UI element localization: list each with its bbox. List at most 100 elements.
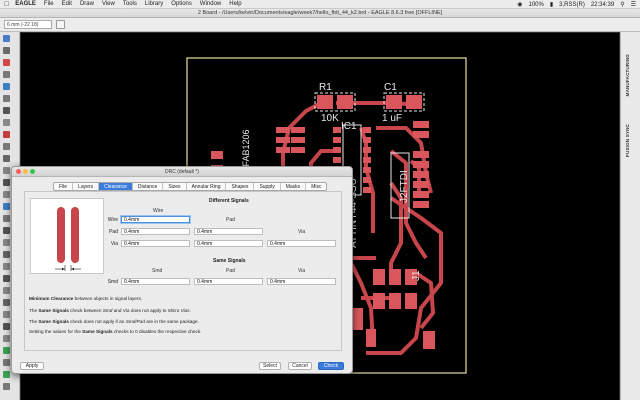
row-smd-label: Smd [107,279,118,285]
same-signals-title: Same Signals [213,258,246,264]
wifi-icon[interactable]: ◉ [517,1,522,8]
menu-window[interactable]: Window [200,1,221,7]
apple-icon[interactable]:  [4,1,9,8]
col-via-label: Via [298,229,306,235]
battery-level[interactable]: 100% [529,2,544,8]
pad-pad-field[interactable] [194,228,263,235]
menu-help[interactable]: Help [229,1,241,7]
menu-edit[interactable]: Edit [62,1,72,7]
wire-tool-icon[interactable] [3,227,10,234]
menu-view[interactable]: View [102,1,115,7]
add-tool-icon[interactable] [3,143,10,150]
ratsnest-tool-icon[interactable] [3,347,10,354]
smash-tool-icon[interactable] [3,179,10,186]
menu-bar:  EAGLE File Edit Draw View Tools Librar… [0,0,640,9]
ripup-tool-icon[interactable] [3,215,10,222]
j1-label: J1 [411,270,422,281]
ftdi-label: J2FTDI [399,170,410,203]
window-title: 2 Board - /Users/kelvin/Documents/eagle/… [0,9,640,18]
text-tool-icon[interactable] [3,239,10,246]
apply-button[interactable]: Apply [20,362,44,370]
close-icon[interactable] [16,169,21,174]
zoom-icon[interactable] [30,169,35,174]
user-name[interactable]: 3,RSS(R) [559,2,585,8]
delete-tool-icon[interactable] [3,131,10,138]
dimension-tool-icon[interactable] [3,335,10,342]
wire-wire-field[interactable] [121,216,190,223]
smd-pad-field[interactable] [194,278,263,285]
value-tool-icon[interactable] [3,167,10,174]
errors-tool-icon[interactable] [3,383,10,390]
dialog-tabs: File Layers Clearance Distance Sizes Ann… [53,182,328,191]
search-icon[interactable]: ⚲ [620,1,624,8]
arc-tool-icon[interactable] [3,263,10,270]
window-controls [16,169,35,174]
tab-annular-ring[interactable]: Annular Ring [187,183,227,190]
tab-distance[interactable]: Distance [133,183,164,190]
row-wire-label: Wire [107,217,118,223]
tab-shapes[interactable]: Shapes [226,183,255,190]
attribute-tool-icon[interactable] [3,323,10,330]
status-area: ◉ 100% ▮ 3,RSS(R) 22:34:39 ⚲ ☰ [517,0,636,9]
note-minimum-clearance: Minimum Clearance between objects in sig… [29,296,143,301]
via-pad-field[interactable] [194,240,263,247]
rect-tool-icon[interactable] [3,275,10,282]
drc-tool-icon[interactable] [3,371,10,378]
mirror-tool-icon[interactable] [3,95,10,102]
row-pad-label: Pad [109,229,118,235]
move-tool-icon[interactable] [3,59,10,66]
menu-list-icon[interactable]: ☰ [631,1,636,8]
tab-supply[interactable]: Supply [254,183,281,190]
col-wire-label: Wire [153,208,164,214]
group-tool-icon[interactable] [3,71,10,78]
coordinate-display[interactable]: 6 mm (-22 18) [4,20,52,29]
smd-smd-field[interactable] [121,278,190,285]
select-button[interactable]: Select [259,362,281,370]
menu-draw[interactable]: Draw [80,1,94,7]
note-same-package: The Same Signals check does not apply if… [29,319,199,324]
tab-masks[interactable]: Masks [281,183,307,190]
copy-tool-icon[interactable] [3,107,10,114]
clearance-preview [30,198,104,274]
rotate-tool-icon[interactable] [3,83,10,90]
hole-tool-icon[interactable] [3,311,10,318]
polygon-tool-icon[interactable] [3,287,10,294]
info-tool-icon[interactable] [3,35,10,42]
right-side-panel: MANUFACTURING FUSION SYNC [620,32,640,400]
tab-clearance[interactable]: Clearance [99,183,133,190]
show-tool-icon[interactable] [3,47,10,54]
via-tool-icon[interactable] [3,299,10,306]
tab-sizes[interactable]: Sizes [163,183,187,190]
via-via-field[interactable] [267,240,336,247]
menu-file[interactable]: File [44,1,54,7]
split-tool-icon[interactable] [3,191,10,198]
app-menu[interactable]: EAGLE [15,1,36,7]
circle-tool-icon[interactable] [3,251,10,258]
cancel-button[interactable]: Cancel [288,362,312,370]
manufacturing-tab[interactable]: MANUFACTURING [625,54,630,96]
col-same-via-label: Via [298,268,306,274]
paste-tool-icon[interactable] [3,119,10,126]
via-wire-field[interactable] [121,240,190,247]
grid-button[interactable] [56,20,65,29]
name-tool-icon[interactable] [3,155,10,162]
clock[interactable]: 22:34:39 [591,2,614,8]
menu-options[interactable]: Options [171,1,192,7]
pad-wire-field[interactable] [121,228,190,235]
col-smd-label: Smd [152,268,163,274]
r1-value: 10K [321,113,339,124]
smd-via-field[interactable] [267,278,336,285]
auto-tool-icon[interactable] [3,359,10,366]
menu-tools[interactable]: Tools [123,1,137,7]
check-button[interactable]: Check [318,362,344,370]
tab-file[interactable]: File [54,183,74,190]
menu-library[interactable]: Library [145,1,163,7]
fusion-sync-tab[interactable]: FUSION SYNC [625,124,630,157]
tab-misc[interactable]: Misc [306,183,326,190]
tab-layers[interactable]: Layers [73,183,100,190]
note-micro-vias: The Same Signals check between Smd and V… [29,308,191,313]
route-tool-icon[interactable] [3,203,10,210]
battery-icon: ▮ [549,2,554,8]
dialog-titlebar: DRC (default *) [12,167,352,177]
minimize-icon[interactable] [23,169,28,174]
